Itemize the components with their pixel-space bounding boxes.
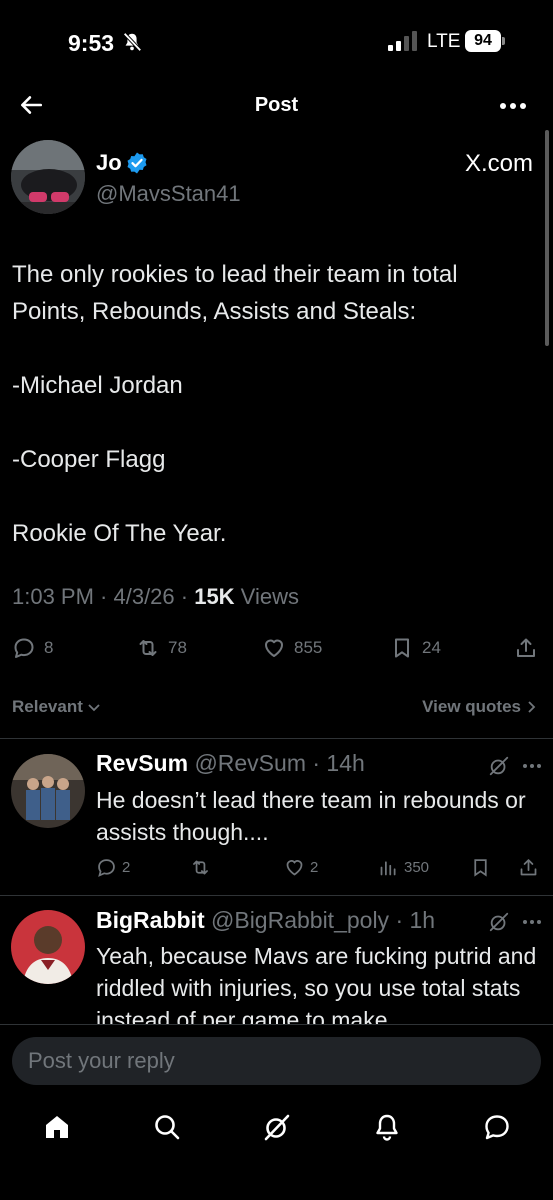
- post-text-line: The only rookies to lead their team in t…: [12, 261, 458, 325]
- repost-button[interactable]: 78: [136, 636, 187, 660]
- search-icon[interactable]: [152, 1112, 182, 1142]
- reply-actions: 2 2 350: [0, 857, 553, 881]
- reply-icon: [98, 859, 115, 877]
- analytics-icon: [380, 861, 396, 876]
- divider: [0, 895, 553, 896]
- views-count: 350: [404, 859, 430, 876]
- post-text: The only rookies to lead their team in t…: [12, 256, 537, 552]
- battery-indicator: 94: [465, 30, 505, 52]
- reply-avatar[interactable]: [11, 910, 85, 984]
- reply-avatar[interactable]: [11, 754, 85, 828]
- verified-badge-icon: [127, 152, 147, 174]
- reply-button[interactable]: 2: [96, 857, 130, 878]
- view-quotes-link[interactable]: View quotes: [422, 697, 537, 717]
- heart-icon: [286, 860, 303, 876]
- repost-icon: [139, 640, 157, 656]
- post-text-line: -Michael Jordan: [12, 372, 183, 399]
- bookmark-icon: [395, 638, 409, 658]
- author-handle[interactable]: @MavsStan41: [96, 181, 241, 207]
- reply-avatar-image: [11, 910, 85, 984]
- chevron-down-icon: [88, 704, 100, 712]
- post-actions: 8 78 855 24: [0, 632, 553, 666]
- like-button[interactable]: 2: [284, 857, 318, 878]
- page-title: Post: [254, 94, 299, 116]
- reply-header: BigRabbit @BigRabbit_poly · 1h: [96, 907, 435, 934]
- share-icon: [520, 859, 537, 876]
- post-text-line: -Cooper Flagg: [12, 446, 166, 473]
- reply-count: 8: [44, 638, 54, 657]
- reply-input[interactable]: [12, 1037, 541, 1085]
- network-type: LTE: [427, 31, 461, 52]
- more-options-icon[interactable]: [522, 919, 542, 925]
- grok-icon[interactable]: [488, 755, 510, 777]
- source-label: X.com: [464, 150, 533, 177]
- share-icon: [517, 638, 535, 657]
- post-text-line: Rookie Of The Year.: [12, 520, 227, 547]
- reply-author-name[interactable]: BigRabbit: [96, 907, 205, 933]
- share-button[interactable]: [518, 857, 539, 878]
- reply-header: RevSum @RevSum · 14h: [96, 750, 365, 777]
- scrollbar[interactable]: [545, 130, 549, 346]
- post-meta: 1:03 PM · 4/3/26 · 15K Views: [12, 584, 299, 610]
- home-icon[interactable]: [42, 1112, 72, 1142]
- views-label: Views: [234, 584, 299, 609]
- post-text-line: [12, 330, 537, 367]
- notifications-bell-icon[interactable]: [372, 1112, 402, 1142]
- cellular-signal-icon: [388, 31, 417, 51]
- repost-button[interactable]: [190, 857, 211, 878]
- sort-relevant-dropdown[interactable]: Relevant: [12, 697, 101, 717]
- post-text-line: [12, 404, 537, 441]
- reply-author-handle[interactable]: @RevSum · 14h: [194, 750, 364, 776]
- divider: [0, 738, 553, 739]
- bell-slash-icon: [123, 32, 142, 52]
- status-time: 9:53: [68, 30, 115, 56]
- reply-text: He doesn’t lead there team in rebounds o…: [96, 787, 526, 845]
- reply-avatar-image: [11, 754, 85, 828]
- like-count: 2: [310, 859, 319, 876]
- repost-count: 78: [168, 638, 187, 657]
- reply-author-handle[interactable]: @BigRabbit_poly · 1h: [211, 907, 435, 933]
- repost-icon: [193, 860, 208, 875]
- bookmark-button[interactable]: [470, 857, 491, 878]
- heart-icon: [265, 639, 283, 657]
- reply-icon: [14, 638, 34, 658]
- messages-icon[interactable]: [482, 1112, 512, 1142]
- like-button[interactable]: 855: [262, 636, 322, 660]
- battery-level: 94: [465, 30, 501, 52]
- post-text-line: [12, 478, 537, 515]
- grok-icon[interactable]: [488, 911, 510, 933]
- sort-label: Relevant: [12, 697, 83, 716]
- more-options-icon[interactable]: [522, 763, 542, 769]
- reply-button[interactable]: 8: [12, 636, 53, 660]
- bookmark-button[interactable]: 24: [390, 636, 441, 660]
- grok-icon[interactable]: [262, 1112, 292, 1142]
- view-quotes-label: View quotes: [422, 697, 521, 716]
- bookmark-icon: [474, 859, 487, 877]
- share-button[interactable]: [514, 636, 538, 660]
- battery-cap: [502, 37, 505, 45]
- post-timestamp: 1:03 PM · 4/3/26 ·: [12, 584, 195, 609]
- reply-text: Yeah, because Mavs are fucking putrid an…: [96, 943, 537, 1033]
- like-count: 855: [294, 638, 323, 657]
- status-bar: 9:53 LTE 94: [0, 0, 553, 84]
- author-avatar[interactable]: [11, 140, 85, 214]
- views-button[interactable]: 350: [378, 857, 429, 878]
- reply-count: 2: [122, 859, 131, 876]
- views-count: 15K: [194, 584, 235, 609]
- more-options-icon[interactable]: [500, 102, 526, 110]
- divider: [0, 1024, 553, 1025]
- reply-author-name[interactable]: RevSum: [96, 750, 188, 776]
- chevron-right-icon: [528, 701, 536, 713]
- bookmark-count: 24: [422, 638, 441, 657]
- author-name[interactable]: Jo: [96, 150, 122, 176]
- author-avatar-image: [11, 140, 85, 214]
